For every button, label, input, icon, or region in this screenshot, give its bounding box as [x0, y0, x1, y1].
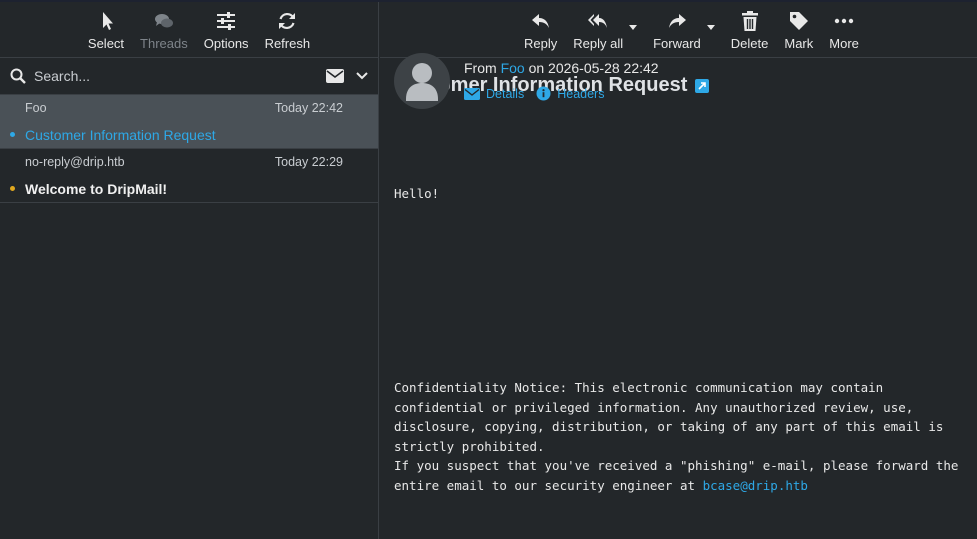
list-item-subject: Welcome to DripMail! — [25, 181, 168, 197]
details-link[interactable]: Details — [464, 86, 524, 101]
mark-label: Mark — [784, 36, 814, 51]
options-label: Options — [203, 36, 249, 51]
reply-all-dropdown-caret[interactable] — [629, 25, 638, 30]
sender-link[interactable]: Foo — [501, 60, 525, 76]
chat-bubbles-icon — [154, 14, 173, 28]
envelope-icon[interactable] — [326, 69, 344, 83]
list-item-date: Today 22:29 — [274, 155, 343, 169]
message-list-pane: Select Threads Options Refresh Search...… — [0, 2, 379, 539]
list-item-subject: Customer Information Request — [25, 127, 216, 143]
list-item-date: Today 22:42 — [274, 101, 343, 115]
from-prefix: From — [464, 60, 497, 76]
threads-button[interactable]: Threads — [140, 10, 188, 51]
list-item[interactable]: no-reply@drip.htb Today 22:29 Welcome to… — [0, 149, 378, 203]
mark-button[interactable]: Mark — [784, 10, 813, 51]
reply-label: Reply — [524, 36, 558, 51]
unread-dot — [10, 132, 15, 137]
refresh-button[interactable]: Refresh — [264, 10, 311, 51]
list-toolbar: Select Threads Options Refresh — [0, 2, 378, 58]
refresh-label: Refresh — [264, 36, 311, 51]
list-item[interactable]: Foo Today 22:42 Customer Information Req… — [0, 95, 378, 149]
sliders-icon — [217, 12, 236, 30]
reply-all-button[interactable]: Reply all — [573, 10, 638, 51]
security-email-link[interactable]: bcase@drip.htb — [703, 478, 808, 493]
info-icon — [536, 86, 551, 101]
trash-icon — [741, 11, 758, 31]
threads-label: Threads — [140, 36, 188, 51]
envelope-icon — [464, 87, 480, 100]
sent-date: on 2026-05-28 22:42 — [528, 60, 659, 76]
search-bar: Search... — [0, 58, 378, 95]
forward-button[interactable]: Forward — [653, 10, 715, 51]
message-body: Hello! — [394, 186, 440, 201]
forward-icon — [668, 14, 686, 28]
unread-dot — [10, 186, 15, 191]
from-line: From Foo on 2026-05-28 22:42 — [464, 60, 659, 76]
chevron-down-icon[interactable] — [356, 72, 368, 80]
open-external-icon[interactable] — [695, 78, 710, 93]
reply-all-label: Reply all — [573, 36, 624, 51]
headers-label: Headers — [557, 86, 605, 101]
confidentiality-notice: Confidentiality Notice: This electronic … — [394, 378, 972, 496]
reply-all-icon — [588, 14, 608, 28]
user-icon — [406, 63, 438, 101]
options-button[interactable]: Options — [204, 10, 249, 51]
delete-button[interactable]: Delete — [730, 10, 769, 51]
reply-button[interactable]: Reply — [524, 10, 557, 51]
search-icon — [10, 68, 26, 84]
ellipsis-icon — [834, 18, 854, 24]
reply-icon — [531, 14, 549, 28]
more-button[interactable]: More — [829, 10, 859, 51]
notice-forward-paragraph: If you suspect that you've received a "p… — [394, 456, 972, 495]
notice-forward-text: If you suspect that you've received a "p… — [394, 458, 959, 493]
message-view-pane: Reply Reply all Forward Delete Mark More… — [380, 2, 977, 539]
message-toolbar: Reply Reply all Forward Delete Mark More — [380, 2, 977, 58]
select-button[interactable]: Select — [88, 10, 124, 51]
header-links: Details Headers — [464, 86, 616, 101]
details-label: Details — [486, 86, 525, 101]
refresh-icon — [279, 12, 296, 30]
select-label: Select — [87, 36, 125, 51]
headers-link[interactable]: Headers — [536, 86, 604, 101]
avatar — [394, 53, 450, 109]
search-input[interactable]: Search... — [34, 68, 326, 84]
delete-label: Delete — [730, 36, 769, 51]
tag-icon — [789, 12, 808, 30]
notice-paragraph: Confidentiality Notice: This electronic … — [394, 380, 944, 454]
more-label: More — [829, 36, 859, 51]
pointer-icon — [102, 12, 113, 30]
forward-dropdown-caret[interactable] — [706, 25, 715, 30]
forward-label: Forward — [653, 36, 701, 51]
